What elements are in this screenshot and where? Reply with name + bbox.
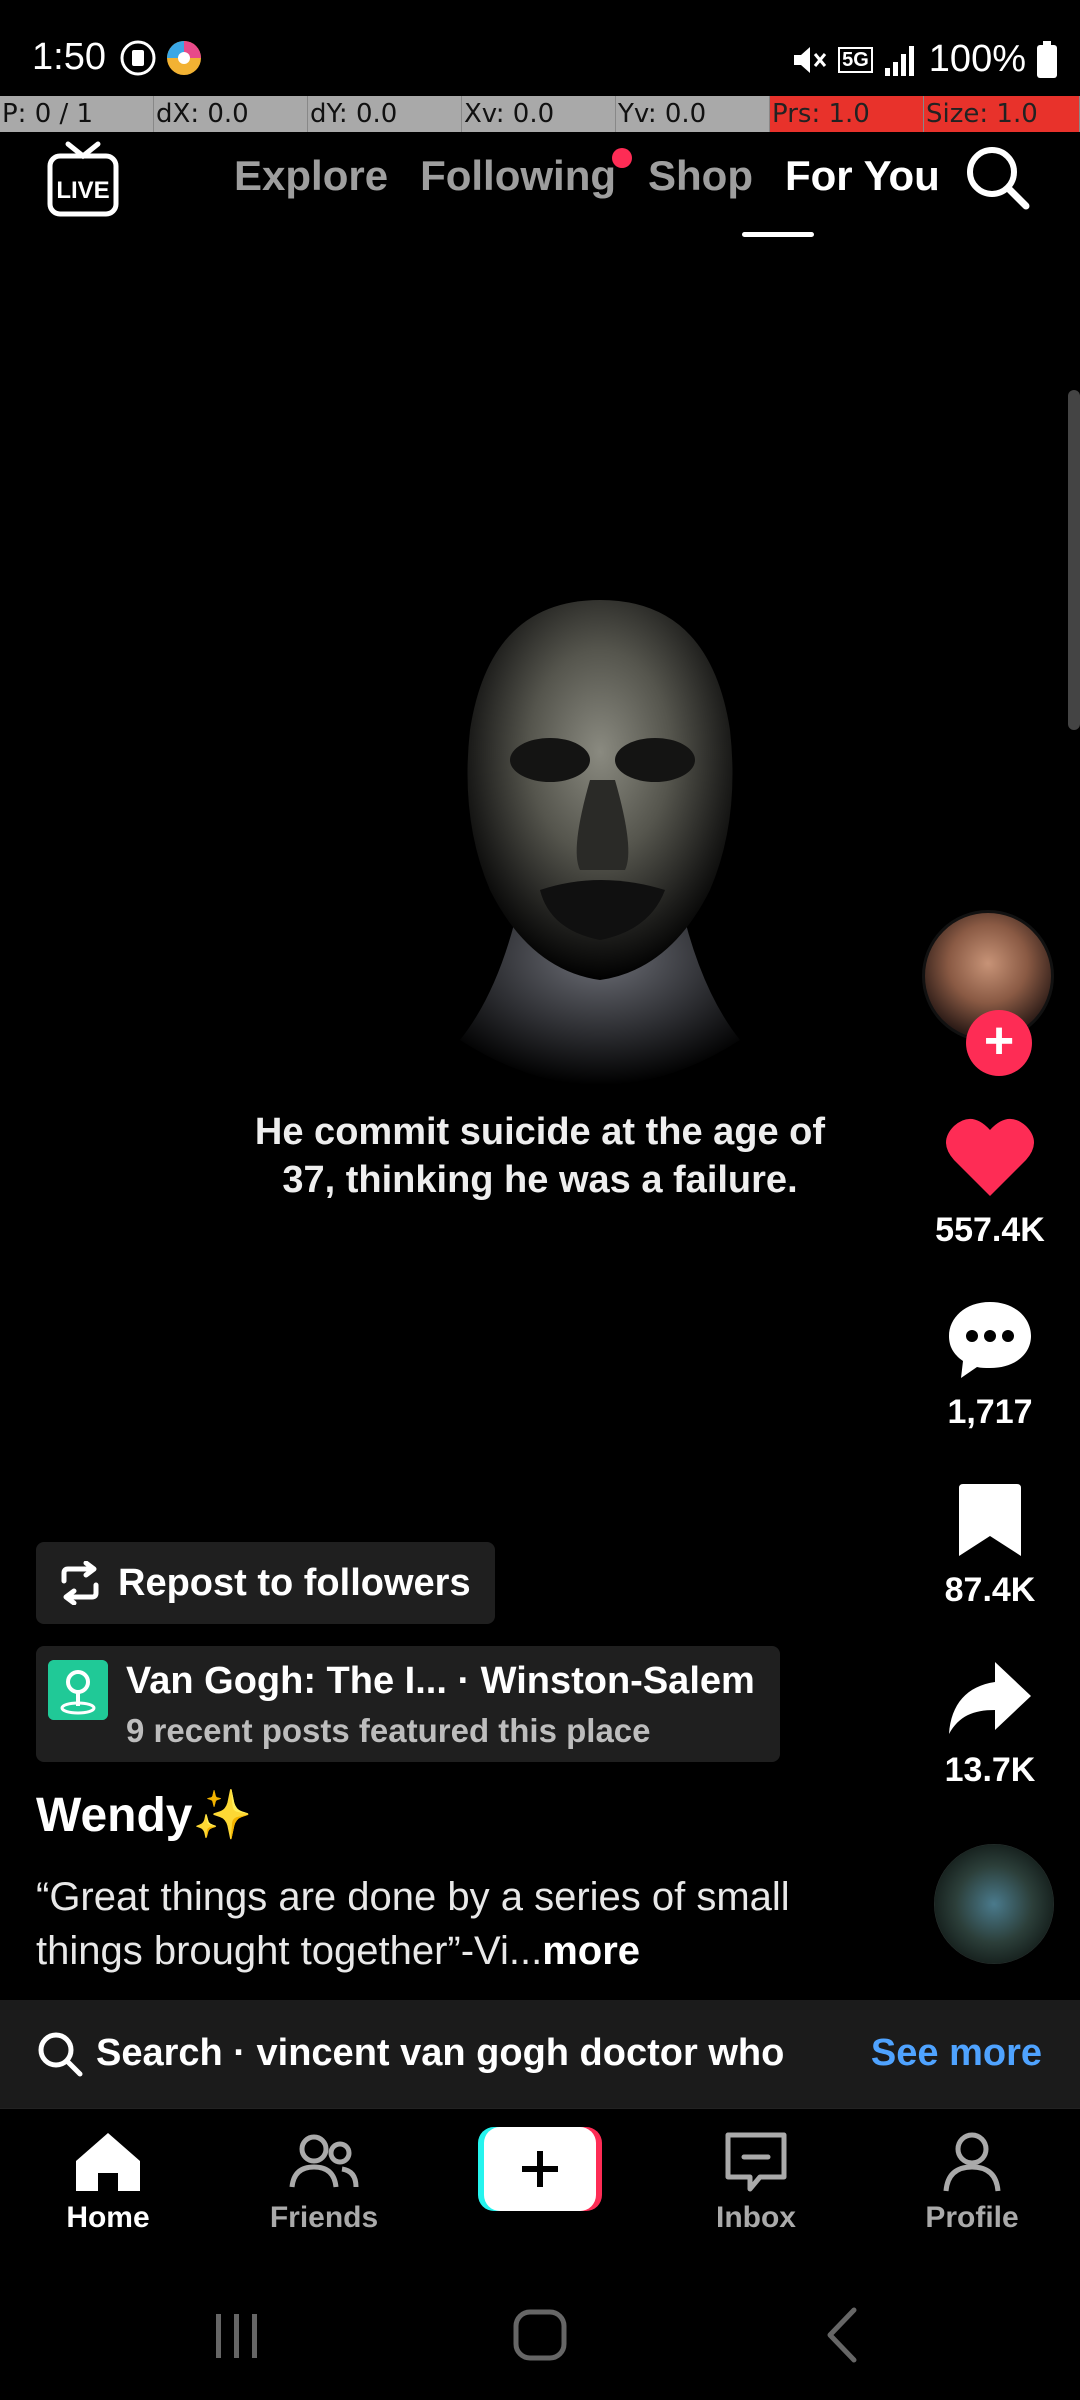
place-tag[interactable]: Van Gogh: The I... · Winston-Salem 9 rec… [36,1646,780,1762]
save-button[interactable]: 87.4K [910,1480,1070,1610]
video-bust-image [460,600,740,1085]
comment-count: 1,717 [947,1393,1033,1431]
tab-inbox-label: Inbox [716,2201,796,2234]
place-title: Van Gogh: The I... · Winston-Salem [126,1660,755,1702]
pointer-xv: Xv: 0.0 [462,96,616,132]
notification-dot [612,148,633,168]
feed-tabs: Explore Following Shop For You [234,148,940,200]
location-pin-icon [48,1660,108,1720]
search-icon [38,2032,83,2077]
see-more-link[interactable]: See more [871,2032,1042,2075]
comment-icon [949,1302,1031,1378]
system-nav-bar [0,2280,1080,2400]
tab-home-label: Home [66,2201,150,2234]
save-count: 87.4K [944,1571,1036,1609]
back-icon[interactable] [814,2304,874,2364]
video-caption: He commit suicide at the age of 37, thin… [254,1111,826,1201]
pointer-dx: dX: 0.0 [154,96,308,132]
mute-icon [794,46,827,73]
tab-inbox[interactable]: Inbox [666,2129,846,2235]
music-disc-icon[interactable] [934,1844,1054,1964]
search-suggestion-text: Search · vincent van gogh doctor who [96,2032,785,2074]
pointer-count: P: 0 / 1 [0,96,154,132]
share-button[interactable]: 13.7K [910,1658,1070,1790]
home-icon [76,2133,140,2191]
home-system-icon[interactable] [510,2304,570,2364]
tab-following[interactable]: Following [420,148,633,200]
repost-icon [61,1561,99,1605]
creator-username[interactable]: Wendy✨ [36,1786,252,1843]
app-notification-icon [167,41,201,75]
status-left-icons [118,38,204,78]
tab-profile[interactable]: Profile [882,2129,1062,2235]
create-button-face [484,2127,596,2211]
share-arrow-icon [949,1662,1031,1734]
action-rail: + 557.4K 1,717 87.4K 13.7K [910,0,1070,2000]
repost-button[interactable]: Repost to followers [36,1542,495,1624]
plus-icon [522,2151,558,2187]
bookmark-icon [959,1484,1021,1556]
like-count: 557.4K [935,1211,1045,1249]
tab-friends-label: Friends [269,2201,379,2234]
repost-label: Repost to followers [118,1561,471,1604]
friends-icon [289,2134,359,2188]
search-suggestion-bar[interactable]: Search · vincent van gogh doctor who See… [0,2000,1080,2108]
tab-shop[interactable]: Shop [648,152,753,200]
more-link[interactable]: more [542,1929,640,1973]
share-count: 13.7K [944,1751,1036,1789]
description-text: “Great things are done by a series of sm… [36,1875,790,1973]
screen-record-icon [120,40,156,76]
tab-profile-label: Profile [925,2201,1019,2234]
creator-avatar-group[interactable]: + [922,910,1054,1076]
network-5g-icon: 5G [838,46,873,73]
follow-button[interactable]: + [966,1010,1032,1076]
pointer-dy: dY: 0.0 [308,96,462,132]
tab-home[interactable]: Home [18,2129,198,2235]
like-button[interactable]: 557.4K [910,1116,1070,1250]
recent-apps-icon[interactable] [206,2304,266,2364]
comment-button[interactable]: 1,717 [910,1298,1070,1432]
pointer-yv: Yv: 0.0 [616,96,770,132]
tab-following-label: Following [420,152,617,199]
place-subtitle: 9 recent posts featured this place [126,1712,651,1749]
tab-explore[interactable]: Explore [234,152,388,200]
pointer-pressure: Prs: 1.0 [770,96,924,132]
active-tab-indicator [742,232,814,237]
post-description[interactable]: “Great things are done by a series of sm… [36,1870,856,1978]
profile-icon [943,2132,1001,2192]
create-button[interactable] [478,2127,602,2211]
live-label: LIVE [56,177,109,204]
bottom-tab-bar: Home Friends Inbox Profile [0,2108,1080,2280]
live-icon[interactable]: LIVE [46,140,120,218]
tab-friends[interactable]: Friends [234,2129,414,2235]
inbox-icon [725,2132,787,2192]
status-time: 1:50 [32,36,106,78]
heart-icon [946,1118,1034,1196]
